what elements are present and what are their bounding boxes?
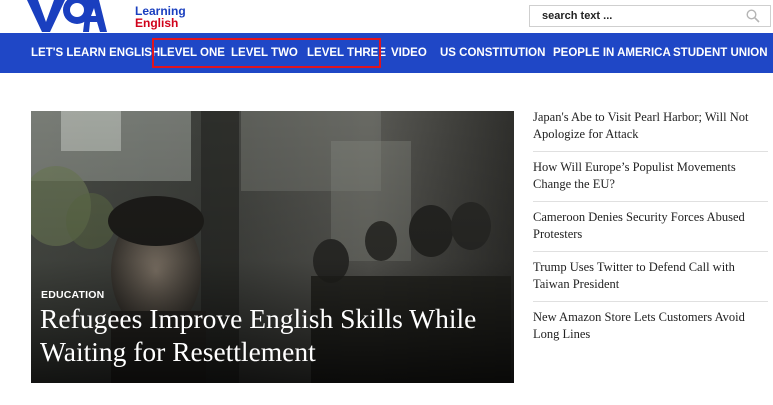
hero-story[interactable]: EDUCATION Refugees Improve English Skill… bbox=[31, 111, 514, 383]
nav-item-us-constitution[interactable]: US CONSTITUTION bbox=[440, 33, 545, 73]
brand-line-2: English bbox=[135, 16, 179, 30]
headline-divider bbox=[533, 151, 768, 152]
brand-wordmark: Learning English bbox=[135, 5, 186, 29]
search-input[interactable] bbox=[542, 6, 742, 26]
headline-divider bbox=[533, 251, 768, 252]
hero-category-label[interactable]: EDUCATION bbox=[41, 289, 104, 301]
nav-item-student-union[interactable]: STUDENT UNION bbox=[673, 33, 768, 73]
header: Learning English bbox=[0, 0, 773, 32]
voa-logo[interactable]: Learning English bbox=[27, 0, 186, 32]
nav-item-people-in-america[interactable]: PEOPLE IN AMERICA bbox=[553, 33, 671, 73]
headline-item[interactable]: Trump Uses Twitter to Defend Call with T… bbox=[533, 259, 768, 292]
headline-item[interactable]: New Amazon Store Lets Customers Avoid Lo… bbox=[533, 309, 768, 342]
nav-item-lets-learn-english[interactable]: LET'S LEARN ENGLISH bbox=[31, 33, 160, 73]
search-box bbox=[529, 5, 771, 27]
headline-divider bbox=[533, 201, 768, 202]
headline-divider bbox=[533, 301, 768, 302]
main-nav: LET'S LEARN ENGLISH LEVEL ONE LEVEL TWO … bbox=[0, 33, 773, 73]
voa-logo-mark bbox=[27, 0, 107, 32]
headline-item[interactable]: Japan's Abe to Visit Pearl Harbor; Will … bbox=[533, 109, 768, 142]
search-icon[interactable] bbox=[746, 9, 760, 23]
headline-item[interactable]: How Will Europe’s Populist Movements Cha… bbox=[533, 159, 768, 192]
nav-item-video[interactable]: VIDEO bbox=[391, 33, 427, 73]
headline-item[interactable]: Cameroon Denies Security Forces Abused P… bbox=[533, 209, 768, 242]
levels-highlight-box bbox=[152, 38, 381, 68]
hero-headline[interactable]: Refugees Improve English Skills While Wa… bbox=[40, 302, 510, 368]
